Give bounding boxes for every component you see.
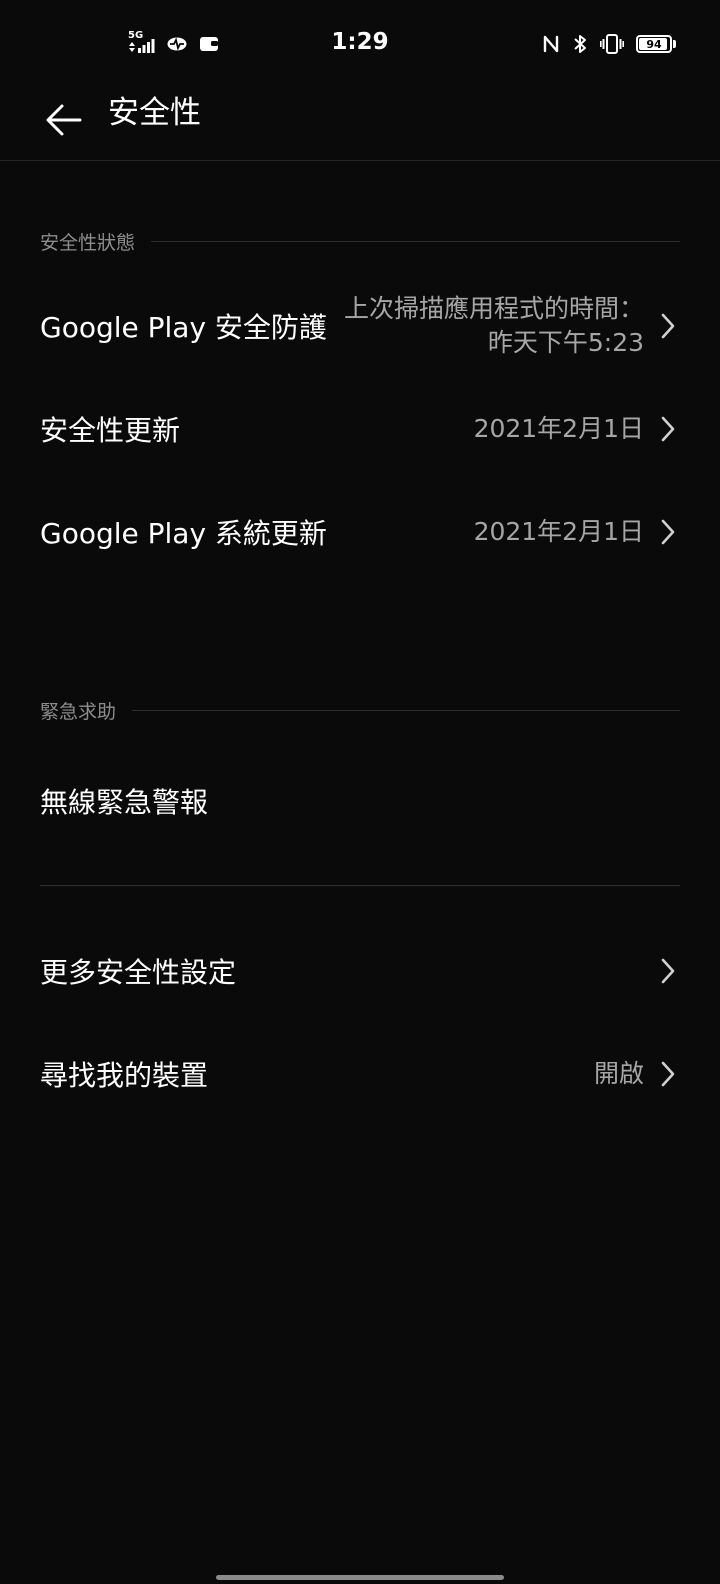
row-value: 上次掃描應用程式的時間：昨天下午5:23 [343,294,644,357]
battery-level: 94 [646,37,662,51]
row-value: 2021年2月1日 [473,517,644,546]
battery-icon: 94 [636,35,676,53]
row-title: 無線緊急警報 [40,786,209,819]
home-indicator[interactable] [216,1575,504,1580]
arrow-left-icon [46,104,82,136]
app-bar: 安全性 [0,90,720,161]
row-title: Google Play 安全防護 [40,311,327,344]
section-header-security-status: 安全性狀態 [40,228,680,255]
row-title: 安全性更新 [40,414,181,447]
row-value: 2021年2月1日 [473,414,644,443]
settings-row-find-my-device[interactable]: 尋找我的裝置 開啟 [40,1051,680,1097]
settings-row-play-system-update[interactable]: Google Play 系統更新 2021年2月1日 [40,509,680,555]
chevron-right-icon [656,515,680,549]
row-title: Google Play 系統更新 [40,517,327,550]
status-bar: 5G 1:29 94 [0,0,720,90]
row-title: 更多安全性設定 [40,956,237,989]
nfc-icon [542,33,560,55]
section-divider [151,241,680,242]
status-right-icons: 94 [542,33,676,55]
chevron-right-icon [656,309,680,343]
section-label: 安全性狀態 [40,232,136,254]
page-title: 安全性 [108,95,201,131]
settings-row-more-security-settings[interactable]: 更多安全性設定 [40,948,680,994]
battery-body: 94 [636,35,672,53]
battery-tip [673,40,676,48]
vibrate-icon [600,33,625,55]
section-divider [132,710,680,711]
row-value: 開啟 [593,1059,644,1088]
chevron-right-icon [656,1057,680,1091]
section-header-emergency: 緊急求助 [40,697,680,724]
settings-row-wireless-emergency-alerts[interactable]: 無線緊急警報 [40,778,680,824]
row-title: 尋找我的裝置 [40,1059,209,1092]
list-divider [40,885,680,886]
settings-row-play-protect[interactable]: Google Play 安全防護 上次掃描應用程式的時間：昨天下午5:23 [40,288,680,364]
chevron-right-icon [656,412,680,446]
chevron-right-icon [656,954,680,988]
bluetooth-icon [572,33,588,55]
settings-row-security-update[interactable]: 安全性更新 2021年2月1日 [40,406,680,452]
back-button[interactable] [36,92,92,148]
section-label: 緊急求助 [40,701,117,723]
